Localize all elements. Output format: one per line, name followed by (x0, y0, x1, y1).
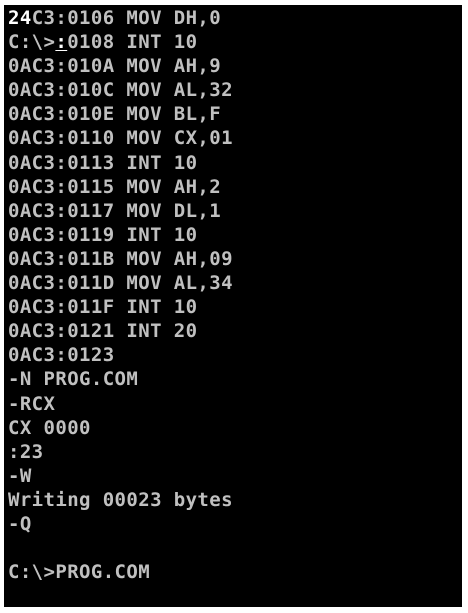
console-line-15: 0AC3:0123 (8, 344, 115, 367)
console-line-6: 0AC3:0110 MOV CX,01 (8, 127, 233, 150)
console-window[interactable]: 24C3:0106 MOV DH,0 C:\>:0108 INT 10 0AC3… (4, 5, 462, 607)
console-line-2: C:\>:0108 INT 10 (8, 30, 462, 54)
console-line-7: 0AC3:0113 INT 10 (8, 151, 198, 174)
console-line-17: -RCX (8, 392, 56, 415)
console-line-14: 0AC3:0121 INT 20 (8, 320, 198, 343)
console-line-24: C:\>PROG.COM (8, 561, 151, 584)
console-line-20: -W (8, 464, 32, 487)
console-line-11: 0AC3:011B MOV AH,09 (8, 247, 233, 270)
console-line-18: CX 0000 (8, 416, 91, 439)
console-line-21: Writing 00023 bytes (8, 488, 233, 511)
console-line-16: -N PROG.COM (8, 368, 139, 391)
console-line-23 (8, 536, 462, 560)
text-cursor: : (55, 31, 68, 54)
console-line-12: 0AC3:011D MOV AL,34 (8, 272, 233, 295)
prompt-text: C:\> (8, 31, 56, 54)
overwritten-text: 24 (8, 7, 32, 29)
console-line-22: -Q (8, 512, 32, 535)
console-line-8: 0AC3:0115 MOV AH,2 (8, 175, 222, 198)
console-line-9: 0AC3:0117 MOV DL,1 (8, 199, 222, 222)
console-line-10: 0AC3:0119 INT 10 (8, 223, 198, 246)
line-text: C3:0106 MOV DH,0 (31, 7, 222, 29)
console-line-4: 0AC3:010C MOV AL,32 (8, 79, 233, 102)
line-text: 0108 INT 10 (67, 31, 198, 54)
console-line-1: 24C3:0106 MOV DH,0 (8, 6, 462, 30)
console-line-5: 0AC3:010E MOV BL,F (8, 103, 222, 126)
console-line-3: 0AC3:010A MOV AH,9 (8, 55, 222, 78)
console-line-13: 0AC3:011F INT 10 (8, 296, 198, 319)
console-line-19: :23 (8, 440, 44, 463)
